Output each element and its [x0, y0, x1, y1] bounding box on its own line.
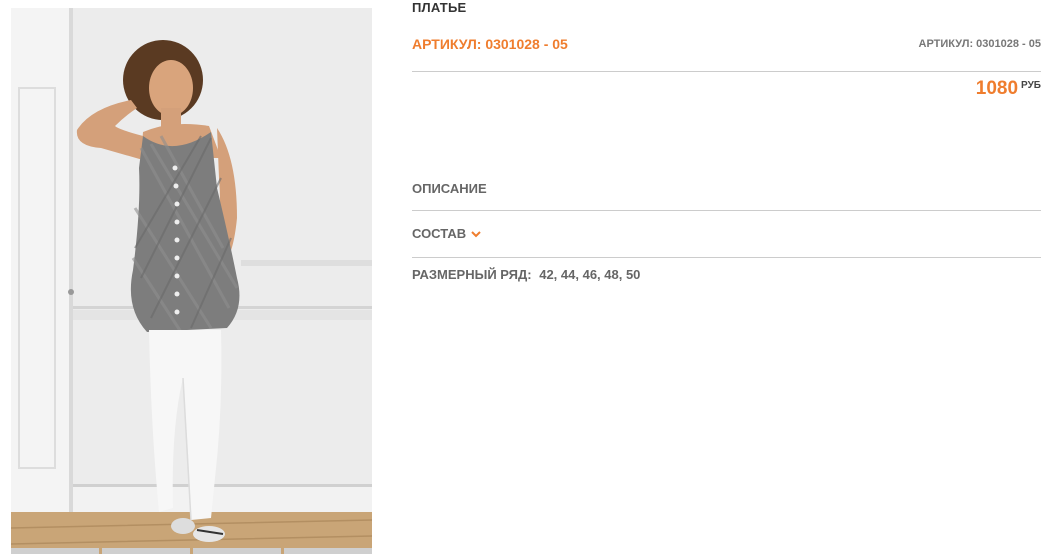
product-price: 1080 РУБ — [976, 78, 1041, 100]
thumbnail-strip[interactable] — [11, 548, 372, 554]
divider — [412, 210, 1041, 211]
size-range: РАЗМЕРНЫЙ РЯД: 42, 44, 46, 48, 50 — [412, 267, 640, 282]
product-info: ПЛАТЬЕ АРТИКУЛ: 0301028 - 05 АРТИКУЛ: 03… — [412, 0, 1041, 554]
thumbnail[interactable] — [284, 548, 372, 554]
chevron-down-icon[interactable] — [470, 229, 482, 239]
product-photo-illustration — [11, 8, 372, 554]
divider — [412, 257, 1041, 258]
size-range-label: РАЗМЕРНЫЙ РЯД: — [412, 267, 532, 282]
thumbnail[interactable] — [102, 548, 190, 554]
product-photo[interactable] — [11, 8, 372, 554]
description-heading[interactable]: ОПИСАНИЕ — [412, 181, 487, 196]
composition-label: СОСТАВ — [412, 226, 467, 241]
price-value: 1080 — [975, 78, 1019, 99]
product-sku-secondary: АРТИКУЛ: 0301028 - 05 — [918, 38, 1041, 50]
composition-toggle[interactable]: СОСТАВ — [412, 226, 482, 241]
thumbnail[interactable] — [193, 548, 281, 554]
product-title: ПЛАТЬЕ — [412, 0, 467, 15]
price-currency: РУБ — [1021, 80, 1041, 91]
thumbnail[interactable] — [11, 548, 99, 554]
product-sku: АРТИКУЛ: 0301028 - 05 — [412, 36, 568, 52]
divider — [412, 71, 1041, 72]
size-range-values: 42, 44, 46, 48, 50 — [539, 267, 641, 282]
